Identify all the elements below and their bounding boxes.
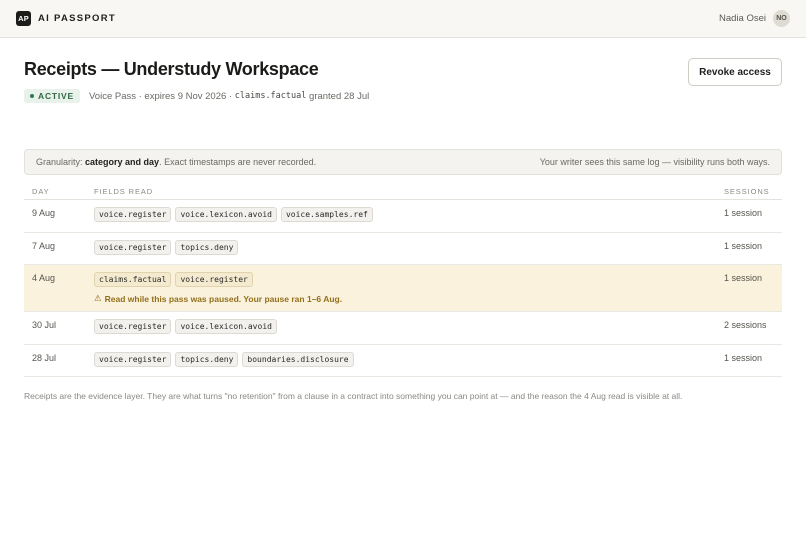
row-sessions: 1 session — [724, 273, 763, 283]
granularity-prefix: Granularity: — [36, 157, 86, 167]
status-badge: ACTIVE — [24, 89, 80, 103]
row-fields: voice.register topics.deny — [94, 239, 712, 255]
row-fields: voice.register voice.lexicon.avoid — [94, 319, 712, 334]
table-header: DAY FIELDS READ SESSIONS — [24, 183, 782, 200]
row-sessions: 2 sessions — [724, 320, 767, 330]
header-sessions: SESSIONS — [724, 186, 770, 196]
granularity-suffix: . Exact timestamps are never recorded. — [159, 157, 317, 167]
row-day: 9 Aug — [32, 208, 56, 218]
field-chip: claims.factual — [94, 272, 172, 287]
row-fields: claims.factual voice.register ⚠ Read whi… — [94, 272, 712, 304]
header-fields: FIELDS READ — [94, 186, 154, 196]
paused-warning: ⚠ Read while this pass was paused. Your … — [94, 293, 712, 304]
footnote: Receipts are the evidence layer. They ar… — [24, 391, 683, 401]
row-sessions: 1 session — [724, 240, 763, 251]
page-title: Receipts — Understudy Workspace — [24, 59, 319, 79]
field-chip: voice.register — [94, 207, 172, 222]
granularity-text: Granularity: category and day. Exact tim… — [36, 157, 316, 167]
header-day: DAY — [32, 186, 50, 196]
revoke-access-button[interactable]: Revoke access — [688, 58, 782, 86]
table-row-flagged[interactable]: 4 Aug claims.factual voice.register ⚠ Re… — [24, 265, 782, 312]
table-row[interactable]: 9 Aug voice.register voice.lexicon.avoid… — [24, 200, 782, 233]
app-name: AI PASSPORT — [38, 13, 116, 24]
row-day: 7 Aug — [32, 240, 56, 251]
field-chip: voice.lexicon.avoid — [175, 207, 277, 222]
grant-suffix: granted 28 Jul — [306, 90, 370, 102]
top-bar: AP AI PASSPORT Nadia Osei NO — [0, 0, 806, 38]
field-chip: boundaries.disclosure — [242, 351, 354, 367]
field-chip: voice.samples.ref — [280, 207, 373, 222]
page-header: Receipts — Understudy Workspace ACTIVE V… — [24, 38, 782, 149]
grant-field: claims.factual — [234, 91, 307, 101]
field-chip: voice.register — [94, 351, 172, 367]
granularity-banner: Granularity: category and day. Exact tim… — [24, 149, 782, 175]
row-day: 4 Aug — [32, 273, 56, 283]
field-chip: topics.deny — [175, 239, 239, 255]
field-chip: voice.lexicon.avoid — [175, 319, 277, 334]
table-row[interactable]: 30 Jul voice.register voice.lexicon.avoi… — [24, 312, 782, 345]
row-day: 28 Jul — [32, 352, 57, 363]
pass-meta: ACTIVE Voice Pass · expires 9 Nov 2026 ·… — [24, 89, 782, 103]
field-chip: topics.deny — [175, 351, 239, 367]
pass-info: Voice Pass · expires 9 Nov 2026 · — [88, 90, 235, 102]
row-day: 30 Jul — [32, 320, 57, 330]
receipts-table: DAY FIELDS READ SESSIONS 9 Aug voice.reg… — [24, 183, 782, 377]
warning-icon: ⚠ — [94, 293, 102, 303]
field-chip: voice.register — [94, 319, 172, 334]
table-row[interactable]: 7 Aug voice.register topics.deny 1 sessi… — [24, 233, 782, 265]
app-logo: AP — [16, 11, 31, 26]
brand[interactable]: AP AI PASSPORT — [16, 11, 116, 26]
field-chip: voice.register — [175, 272, 253, 287]
row-sessions: 1 session — [724, 352, 763, 363]
row-fields: voice.register topics.deny boundaries.di… — [94, 351, 712, 367]
main-content: Receipts — Understudy Workspace ACTIVE V… — [0, 38, 806, 401]
user-menu[interactable]: Nadia Osei NO — [719, 10, 790, 27]
warning-text: Read while this pass was paused. Your pa… — [104, 293, 343, 304]
granularity-value: category and day — [85, 157, 160, 167]
status-dot-icon — [30, 94, 34, 98]
field-chip: voice.register — [94, 239, 172, 255]
row-fields: voice.register voice.lexicon.avoid voice… — [94, 207, 712, 222]
status-label: ACTIVE — [38, 91, 74, 101]
user-name: Nadia Osei — [719, 13, 766, 24]
table-row[interactable]: 28 Jul voice.register topics.deny bounda… — [24, 345, 782, 377]
visibility-note: Your writer sees this same log — visibil… — [539, 157, 770, 167]
avatar[interactable]: NO — [773, 10, 790, 27]
row-sessions: 1 session — [724, 208, 763, 218]
